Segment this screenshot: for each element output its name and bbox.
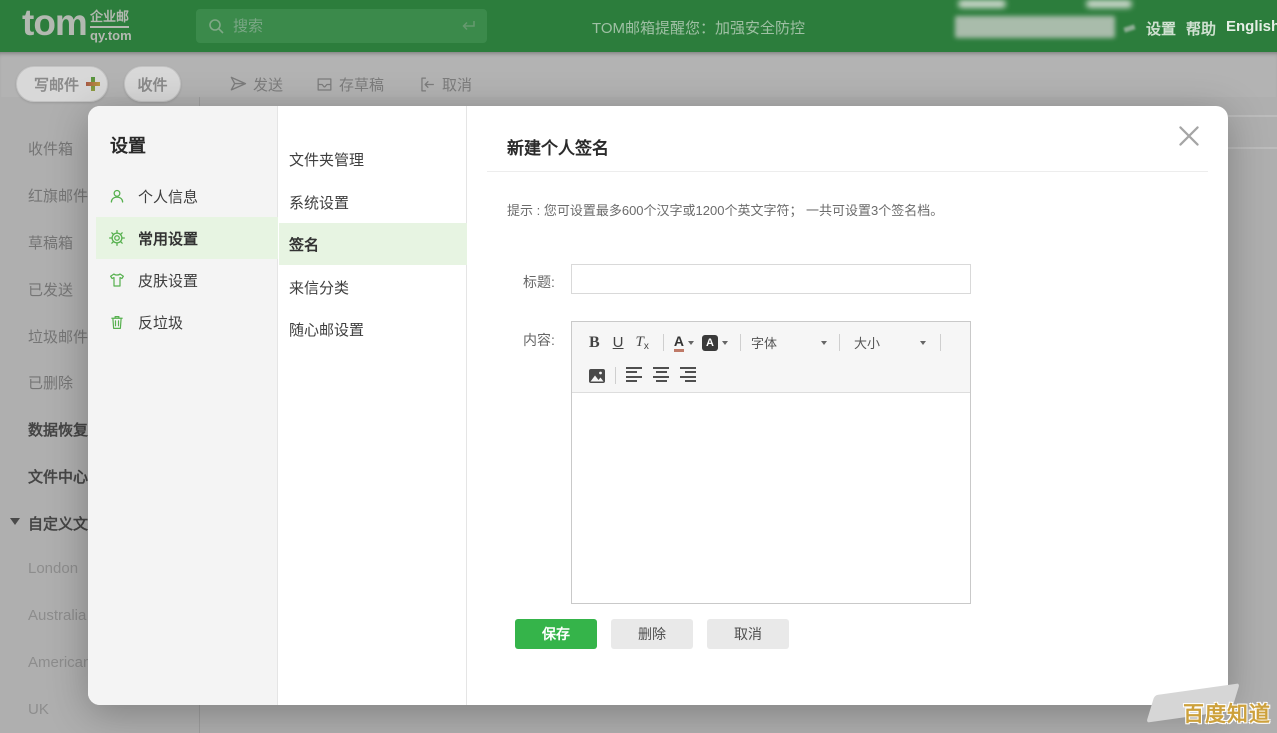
close-icon[interactable] — [1178, 125, 1200, 147]
submenu-system-settings[interactable]: 系统设置 — [279, 181, 467, 223]
submenu-suixin-mail[interactable]: 随心邮设置 — [279, 308, 467, 350]
receive-button[interactable]: 收件 — [124, 66, 181, 102]
receive-label: 收件 — [137, 74, 167, 95]
tom-logo[interactable]: tom — [22, 2, 87, 44]
toolbar-separator — [839, 334, 840, 351]
panel-header: 新建个人签名 — [467, 106, 1228, 172]
trash-icon — [108, 313, 126, 331]
search-input[interactable] — [233, 11, 459, 41]
editor-toolbar: B U Tx A A 字体 大小 — [572, 322, 970, 393]
toolbar-actions: 发送 存草稿 取消 — [228, 66, 472, 102]
send-button[interactable]: 发送 — [228, 74, 283, 95]
dropdown-tick — [1123, 24, 1135, 32]
sidebar-folder-uk[interactable]: UK — [28, 701, 49, 718]
chevron-down-icon — [688, 341, 694, 345]
list-line — [1228, 115, 1277, 117]
settings-modal: 设置 个人信息 常用设置 皮肤设置 反垃圾 文件夹管理 系统设置 签名 — [88, 106, 1228, 705]
save-button[interactable]: 保存 — [515, 619, 597, 649]
delete-button[interactable]: 删除 — [611, 619, 693, 649]
menu-item-anti-spam[interactable]: 反垃圾 — [96, 301, 278, 343]
save-draft-button[interactable]: 存草稿 — [315, 74, 384, 95]
settings-title: 设置 — [110, 132, 146, 158]
signature-content-area[interactable] — [572, 393, 970, 603]
menu-item-skin-settings[interactable]: 皮肤设置 — [96, 259, 278, 301]
align-left-icon[interactable] — [626, 367, 642, 385]
toolbar-separator — [663, 334, 664, 351]
sidebar-item-inbox[interactable]: 收件箱 — [28, 138, 73, 159]
signature-panel: 新建个人签名 提示 : 您可设置最多600个汉字或1200个英文字符； 一共可设… — [467, 106, 1228, 705]
sidebar-item-sent[interactable]: 已发送 — [28, 279, 73, 300]
align-center-icon[interactable] — [653, 367, 669, 385]
list-line — [1228, 147, 1277, 149]
cancel-button-toolbar[interactable]: 取消 — [418, 74, 472, 95]
menu-item-general-settings[interactable]: 常用设置 — [96, 217, 278, 259]
signature-title-input[interactable] — [571, 264, 971, 294]
sidebar-item-deleted[interactable]: 已删除 — [28, 372, 73, 393]
sidebar-folder-london[interactable]: London — [28, 560, 78, 577]
panel-title: 新建个人签名 — [507, 134, 609, 159]
sidebar-folder-australia[interactable]: Australia — [28, 607, 86, 624]
sidebar-item-file-center[interactable]: 文件中心 — [28, 466, 88, 487]
cancel-icon — [418, 75, 437, 94]
blurred-mark — [1086, 0, 1132, 8]
chevron-down-icon — [821, 341, 827, 345]
topbar-settings-link[interactable]: 设置 — [1146, 18, 1176, 39]
font-color-button[interactable]: A — [674, 334, 694, 352]
blurred-mark — [958, 0, 1006, 8]
settings-submenu-column: 文件夹管理 系统设置 签名 来信分类 随心邮设置 — [279, 106, 467, 705]
security-notice: TOM邮箱提醒您：加强安全防控 — [592, 17, 805, 38]
chevron-down-icon — [722, 341, 728, 345]
triangle-down-icon[interactable] — [10, 518, 20, 525]
toolbar-separator — [615, 367, 616, 384]
settings-menu-column: 设置 个人信息 常用设置 皮肤设置 反垃圾 — [88, 106, 278, 705]
clear-format-button[interactable]: Tx — [636, 333, 649, 352]
font-size-dropdown[interactable]: 大小 — [854, 333, 926, 352]
compose-label: 写邮件 — [34, 74, 79, 95]
brand-line1: 企业邮 — [90, 9, 129, 28]
underline-button[interactable]: U — [613, 334, 624, 351]
topbar-help-link[interactable]: 帮助 — [1186, 18, 1216, 39]
mail-toolbar: 写邮件 收件 发送 存草稿 取消 — [0, 52, 1277, 97]
submenu-mail-sorting[interactable]: 来信分类 — [279, 266, 467, 308]
bg-color-button[interactable]: A — [702, 335, 728, 351]
font-family-dropdown[interactable]: 字体 — [751, 333, 827, 352]
sidebar-folder-american[interactable]: American — [28, 654, 91, 671]
brand-label: 企业邮 qy.tom — [90, 9, 132, 44]
title-field-label: 标题: — [523, 272, 555, 292]
search-box[interactable] — [196, 9, 487, 43]
chevron-down-icon — [920, 341, 926, 345]
cancel-button[interactable]: 取消 — [707, 619, 789, 649]
search-icon — [208, 18, 225, 35]
sidebar-item-spam[interactable]: 垃圾邮件 — [28, 326, 88, 347]
submenu-signature[interactable]: 签名 — [279, 223, 467, 265]
submenu-folder-management[interactable]: 文件夹管理 — [279, 138, 467, 180]
sidebar-item-drafts[interactable]: 草稿箱 — [28, 232, 73, 253]
menu-item-personal-info[interactable]: 个人信息 — [96, 175, 278, 217]
plus-icon — [86, 77, 100, 91]
signature-hint: 提示 : 您可设置最多600个汉字或1200个英文字符； 一共可设置3个签名档。 — [507, 200, 943, 219]
baidu-zhidao-watermark: 百度知道 — [1183, 698, 1271, 728]
user-account-blurred[interactable] — [955, 16, 1115, 38]
person-icon — [108, 187, 126, 205]
toolbar-separator — [740, 334, 741, 351]
bold-button[interactable]: B — [589, 334, 600, 352]
topbar-language-link[interactable]: English — [1226, 18, 1277, 35]
topbar: tom 企业邮 qy.tom TOM邮箱提醒您：加强安全防控 设置 帮助 Eng… — [0, 0, 1277, 52]
page: tom 企业邮 qy.tom TOM邮箱提醒您：加强安全防控 设置 帮助 Eng… — [0, 0, 1277, 733]
send-icon — [228, 74, 248, 94]
align-right-icon[interactable] — [680, 367, 696, 385]
sidebar-item-data-recovery[interactable]: 数据恢复 — [28, 419, 88, 440]
sidebar-item-flagged[interactable]: 红旗邮件 — [28, 185, 88, 206]
insert-image-button[interactable] — [589, 369, 605, 383]
gear-icon — [108, 229, 126, 247]
enter-icon — [459, 18, 477, 34]
tshirt-icon — [108, 271, 126, 289]
draft-icon — [315, 75, 334, 94]
rich-text-editor: B U Tx A A 字体 大小 — [571, 321, 971, 604]
content-field-label: 内容: — [523, 330, 555, 350]
compose-button[interactable]: 写邮件 — [16, 66, 108, 102]
toolbar-separator — [940, 334, 941, 351]
brand-line2: qy.tom — [90, 28, 132, 43]
